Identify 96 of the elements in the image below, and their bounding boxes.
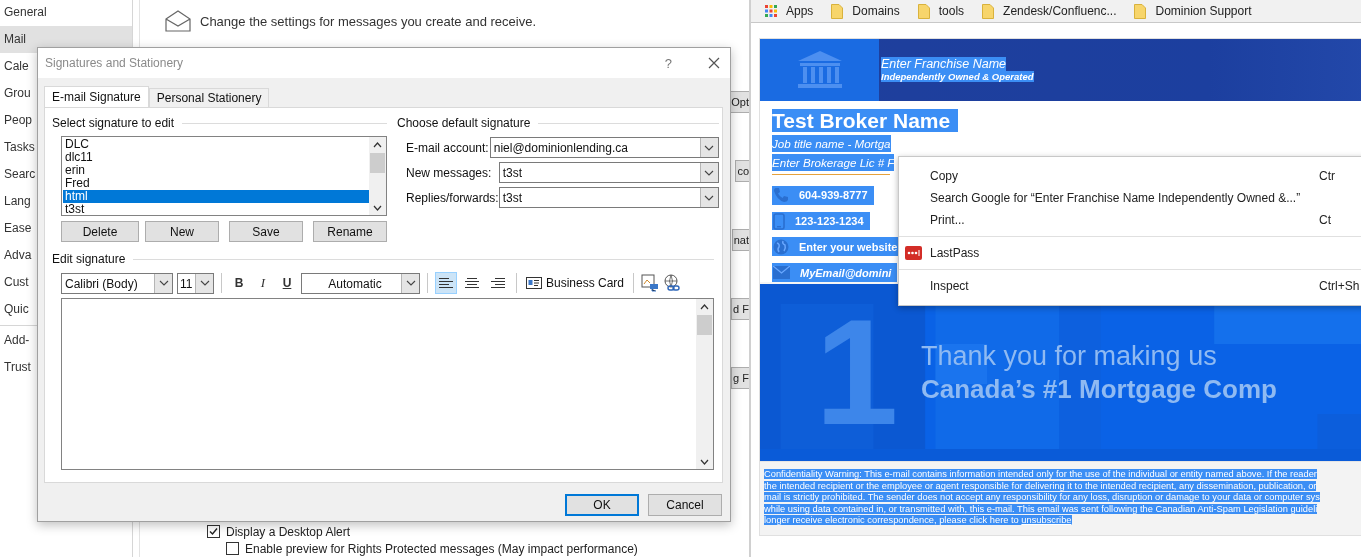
menu-item[interactable]: Copy bbox=[930, 169, 958, 183]
signature-item[interactable]: Fred bbox=[63, 177, 369, 190]
shortcut-text: Ctrl+Sh bbox=[1319, 279, 1360, 293]
checkbox-label: Enable preview for Rights Protected messages (May impact performance) bbox=[245, 541, 638, 556]
scroll-up-icon[interactable] bbox=[700, 304, 709, 310]
section-heading: Edit signature bbox=[52, 252, 126, 266]
sidebar-item[interactable]: General bbox=[0, 0, 132, 26]
signature-action-button[interactable]: Save bbox=[229, 221, 303, 242]
font-dropdown[interactable]: Calibri (Body) bbox=[61, 272, 173, 294]
menu-item[interactable]: LastPass bbox=[930, 246, 980, 260]
tagline: Independently Owned & Operated bbox=[881, 71, 1034, 82]
help-button[interactable]: ? bbox=[664, 55, 672, 71]
bookmark-link[interactable]: Domains bbox=[852, 4, 900, 18]
checkbox[interactable] bbox=[226, 542, 239, 555]
menu-item[interactable]: Print... bbox=[930, 213, 965, 227]
globe-icon bbox=[773, 238, 789, 255]
dialog-button[interactable]: Cancel bbox=[648, 494, 722, 516]
dropdown[interactable]: niel@dominionlending.ca bbox=[489, 137, 719, 158]
scrollbar[interactable] bbox=[696, 299, 713, 469]
italic-button[interactable]: I bbox=[253, 273, 273, 293]
scrollbar[interactable] bbox=[369, 137, 386, 215]
scroll-down-icon[interactable] bbox=[700, 459, 709, 465]
bookmark-link[interactable]: Dominion Support bbox=[1155, 4, 1252, 18]
signature-item[interactable]: erin bbox=[63, 164, 369, 177]
bookmark-link[interactable]: Apps bbox=[786, 4, 814, 18]
checkbox-label: Display a Desktop Alert bbox=[226, 524, 351, 539]
tab[interactable]: E-mail Signature bbox=[44, 86, 149, 107]
bold-button[interactable]: B bbox=[229, 273, 249, 293]
signature-item[interactable]: dlc11 bbox=[63, 151, 369, 164]
font-color-dropdown[interactable]: Automatic bbox=[301, 272, 420, 294]
align-left-button[interactable] bbox=[435, 272, 457, 294]
caret-icon bbox=[199, 280, 210, 286]
insert-picture-icon[interactable] bbox=[641, 274, 660, 292]
align-center-icon bbox=[465, 278, 479, 288]
phone-icon bbox=[773, 187, 789, 204]
dropdown[interactable]: t3st bbox=[498, 187, 719, 208]
contact-text: 604-939-8777 bbox=[799, 189, 868, 202]
caret-icon bbox=[704, 194, 715, 201]
caret-icon bbox=[704, 169, 715, 176]
hyperlink-icon[interactable] bbox=[663, 274, 682, 292]
dialog-button[interactable]: OK bbox=[565, 494, 639, 516]
contact-text: 123-123-1234 bbox=[795, 215, 864, 228]
section-description: Change the settings for messages you create and receive. bbox=[200, 13, 537, 29]
broker-name: Test Broker Name bbox=[772, 109, 959, 132]
align-right-icon bbox=[491, 278, 505, 288]
field-label: E-mail account: bbox=[406, 140, 489, 155]
checkbox[interactable] bbox=[207, 525, 220, 538]
signature-action-button[interactable]: Rename bbox=[313, 221, 387, 242]
options-button[interactable]: nat bbox=[731, 229, 749, 251]
bookmark-link[interactable]: tools bbox=[938, 4, 965, 18]
password-manager-icon bbox=[905, 246, 922, 260]
banner-text: Canada’s #1 Mortgage Comp bbox=[921, 373, 1277, 406]
banner-text: Thank you for making us bbox=[921, 340, 1218, 373]
signature-item[interactable]: t3st bbox=[63, 203, 369, 216]
menu-item[interactable]: Search Google for “Enter Franchise Name Independently Owned &...” bbox=[930, 191, 1301, 205]
dialog-title: Signatures and Stationery bbox=[45, 56, 185, 70]
close-icon[interactable] bbox=[708, 57, 720, 69]
scroll-down-icon[interactable] bbox=[373, 205, 382, 211]
shortcut-text: Ctr bbox=[1319, 169, 1335, 183]
mobile-phone-icon bbox=[773, 212, 785, 230]
scroll-up-icon[interactable] bbox=[373, 142, 382, 148]
disclaimer-text: Confidentiality Warning: This e-mail contains information intended only for the use of the individual or entity named above. If the reader the intended recipient or the employee or agent responsible for delivering it to the intended recipient, any dissemination, publication, or mail is strictly prohibited. The sender does not accept any responsibility for any loss, disruption or damage to your data or computer sys while using data contained in, or transmitted with, this e-mail. This email was sent following the Canadian Anti-Spam Legislation guideli longer receive electronic correspondence, please click here to unsubscribe bbox=[764, 469, 1321, 527]
signature-action-button[interactable]: New bbox=[145, 221, 219, 242]
shortcut-text: Ct bbox=[1319, 213, 1331, 227]
mail-icon bbox=[773, 266, 790, 280]
options-button[interactable]: co bbox=[735, 160, 749, 182]
align-left-icon bbox=[439, 278, 453, 288]
contact-text: MyEmail@domini bbox=[800, 266, 892, 279]
envelope-icon bbox=[165, 10, 191, 32]
business-card-icon bbox=[526, 277, 542, 289]
field-label: Replies/forwards: bbox=[406, 190, 499, 205]
apps-grid-icon[interactable] bbox=[765, 5, 777, 17]
underline-button[interactable]: U bbox=[277, 273, 297, 293]
menu-item[interactable]: Inspect bbox=[930, 279, 969, 293]
caret-icon bbox=[704, 144, 715, 151]
contact-text: Enter your website bbox=[799, 240, 898, 253]
caret-icon bbox=[405, 280, 416, 286]
signature-action-button[interactable]: Delete bbox=[61, 221, 139, 242]
job-title: Job title name - Mortga bbox=[772, 135, 891, 152]
scroll-thumb[interactable] bbox=[370, 153, 385, 173]
signature-item[interactable]: html bbox=[63, 190, 369, 203]
signature-item[interactable]: DLC bbox=[63, 138, 369, 151]
options-button[interactable]: d F bbox=[731, 298, 749, 320]
options-button[interactable]: g F bbox=[731, 367, 749, 389]
options-button[interactable]: Opt bbox=[729, 91, 749, 113]
scroll-thumb[interactable] bbox=[697, 315, 712, 335]
section-heading: Select signature to edit bbox=[52, 116, 175, 130]
tab[interactable]: Personal Stationery bbox=[148, 88, 270, 107]
section-heading: Choose default signature bbox=[397, 116, 531, 130]
franchise-name: Enter Franchise Name bbox=[881, 57, 1007, 71]
business-card-button[interactable]: Business Card bbox=[524, 272, 627, 294]
caret-icon bbox=[158, 280, 169, 286]
bookmark-link[interactable]: Zendesk/Confluenc... bbox=[1003, 4, 1117, 18]
field-label: New messages: bbox=[406, 165, 492, 180]
font-size-dropdown[interactable]: 11 bbox=[177, 272, 214, 294]
dropdown[interactable]: t3st bbox=[498, 162, 719, 183]
